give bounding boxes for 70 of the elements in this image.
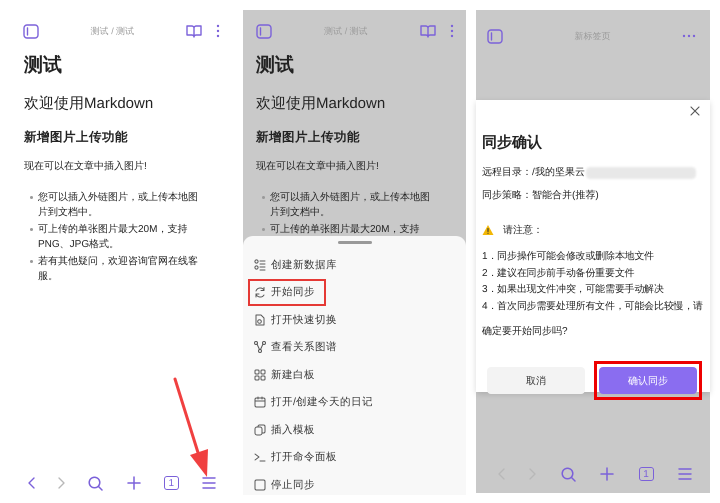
menu-item[interactable]: 打开快速切换 [248,306,348,334]
warning-text: 请注意： [503,224,543,237]
search-icon[interactable] [88,476,104,490]
drag-handle[interactable] [338,241,372,244]
forward-icon[interactable] [58,477,66,489]
note-subheading: 新增图片上传功能 [256,129,361,146]
back-icon[interactable] [28,477,35,489]
copy-icon [254,424,266,436]
menu-item[interactable]: 打开/创建今天的日记 [248,388,384,416]
nodes-icon [254,341,266,354]
more-icon[interactable] [450,24,454,38]
field-value: /我的坚果云 [532,166,585,180]
menu-item[interactable]: 开始同步 [248,278,326,306]
menu-item[interactable]: 打开命令面板 [248,444,348,471]
note-paragraph: 现在可以在文章中插入图片! [24,160,148,174]
menu-item[interactable]: 新建白板 [248,361,326,388]
search-icon[interactable] [560,466,576,482]
plus-icon[interactable] [600,467,614,481]
sidebar-toggle-icon[interactable] [256,24,272,38]
confirm-button[interactable]: 确认同步 [599,367,697,394]
bullet-text: 您可以插入外链图片，或上传本地图片到文档中。 [270,190,431,220]
calendar-icon [254,396,266,408]
sidebar-toggle-icon[interactable] [23,24,39,38]
sidebar-toggle-icon[interactable] [487,28,503,44]
notice-item: 4．首次同步需要处理所有文件，可能会比较慢，请 [482,300,702,314]
more-icon[interactable] [682,34,696,38]
book-icon[interactable] [420,24,436,38]
bullet-icon [30,196,33,199]
warning-icon [482,224,494,236]
field-value: 智能合并(推荐) [532,189,599,203]
note-heading: 欢迎使用Markdown [256,94,386,114]
menu-item[interactable]: 创建新数据库 [248,251,348,278]
square-icon [254,478,266,491]
book-icon[interactable] [186,24,202,38]
bullet-icon [30,260,33,263]
bullet-icon [262,228,265,231]
note-subheading: 新增图片上传功能 [24,129,129,146]
bullet-text: 可上传的单张图片最大20M，支持PNG、JPG格式。 [38,222,188,252]
field-label: 同步策略： [482,189,532,203]
bullet-text: 若有其他疑问，欢迎咨询官网在线客服。 [38,254,199,284]
more-icon[interactable] [216,24,220,38]
menu-icon[interactable] [202,476,216,490]
notice-item: 3．如果出现文件冲突，可能需要手动解决 [482,282,665,297]
refresh-icon [254,286,266,298]
bullet-text: 可上传的单张图片最大20M，支持 [270,222,420,237]
note-paragraph: 现在可以在文章中插入图片! [256,160,380,174]
field-label: 远程目录： [482,166,532,180]
bullet-icon [30,228,33,231]
terminal-icon [254,451,266,464]
tab-count-button[interactable]: 1 [164,476,179,490]
menu-item[interactable]: 停止同步 [248,471,326,498]
file-icon [254,314,266,326]
menu-item[interactable]: 插入模板 [248,416,326,444]
grid-icon [254,368,266,381]
bullet-icon [262,196,265,199]
bullet-text: 您可以插入外链图片，或上传本地图片到文档中。 [38,190,199,220]
note-heading: 欢迎使用Markdown [24,94,154,114]
notice-item: 1．同步操作可能会修改或删除本地文件 [482,250,655,264]
list-icon [254,258,266,271]
plus-icon[interactable] [126,476,141,490]
notice-item: 2．建议在同步前手动备份重要文件 [482,266,636,280]
dialog-title: 同步确认 [482,133,543,153]
menu-item[interactable]: 查看关系图谱 [248,334,348,361]
confirm-question: 确定要开始同步吗? [482,324,569,338]
cancel-button[interactable]: 取消 [487,367,585,394]
note-title: 测试 [24,54,63,78]
breadcrumb: 测试 / 测试 [90,24,136,38]
menu-icon[interactable] [678,467,692,481]
close-icon[interactable] [690,106,700,116]
note-title: 测试 [256,54,295,78]
